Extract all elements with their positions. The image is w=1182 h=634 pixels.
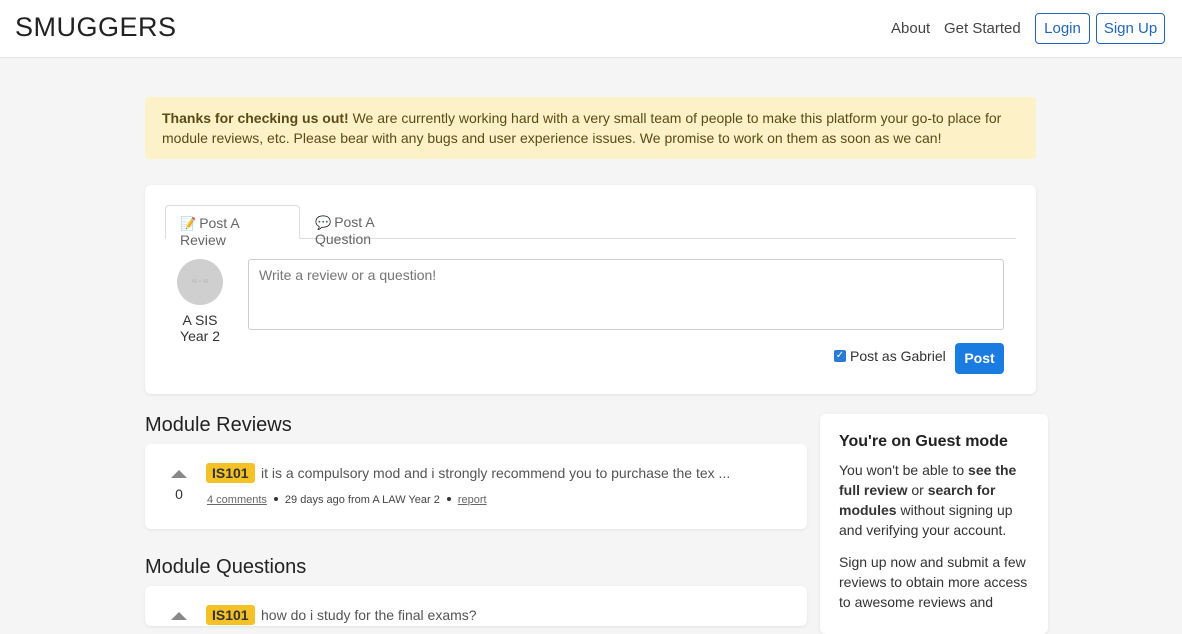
tab-post-question[interactable]: 💬 Post A Question [301,205,441,247]
section-title-questions: Module Questions [145,556,307,578]
module-badge[interactable]: IS101 [206,605,255,625]
signup-button[interactable]: Sign Up [1096,13,1165,44]
list-item[interactable]: IS101 how do i study for the final exams… [145,586,807,626]
upvote-icon[interactable] [171,612,187,620]
guest-paragraph-2: Sign up now and submit a few reviews to … [839,554,1028,610]
login-button[interactable]: Login [1035,13,1090,44]
tab-post-review[interactable]: 📝 Post A Review [165,205,300,248]
post-tabs: 📝 Post A Review 💬 Post A Question [165,205,1016,248]
brand-logo[interactable]: SMUGGERS [15,12,177,43]
avatar: 46 × 46 [177,259,223,305]
list-item[interactable]: 0 IS101 it is a compulsory mod and i str… [145,444,807,529]
info-alert: Thanks for checking us out! We are curre… [145,97,1036,159]
section-title-reviews: Module Reviews [145,414,292,436]
vote-count: 0 [175,486,183,502]
memo-icon: 📝 [180,216,197,231]
guest-paragraph-1: You won't be able to see the full review… [839,462,1017,538]
speech-bubble-icon: 💬 [315,215,332,230]
author-year: Year 2 [180,328,220,344]
top-navbar: SMUGGERS About Get Started Login Sign Up [0,0,1182,58]
post-as-label[interactable]: Post as Gabriel [850,348,946,364]
nav-get-started-link[interactable]: Get Started [944,20,1021,37]
separator-dot [273,497,278,501]
review-time-author: 29 days ago from A LAW Year 2 [284,494,440,506]
comments-link[interactable]: 4 comments [207,494,267,506]
guest-title: You're on Guest mode [839,433,1008,450]
nav-about-link[interactable]: About [891,20,930,37]
question-text[interactable]: how do i study for the final exams? [261,607,477,623]
alert-bold-text: Thanks for checking us out! [162,110,349,126]
review-text[interactable]: it is a compulsory mod and i strongly re… [261,465,730,481]
post-card: 📝 Post A Review 💬 Post A Question 46 × 46 … [145,185,1036,394]
upvote-icon[interactable] [171,470,187,478]
post-button[interactable]: Post [955,343,1004,374]
post-as-checkbox[interactable]: ✓ [834,350,846,362]
review-input[interactable] [248,259,1004,330]
guest-mode-card: You're on Guest mode You won't be able t… [820,414,1048,634]
report-link[interactable]: report [458,494,487,506]
author-name: A SIS [182,312,218,328]
module-badge[interactable]: IS101 [206,463,255,483]
review-meta: 4 comments 29 days ago from A LAW Year 2 r… [207,494,487,506]
separator-dot [446,497,451,501]
